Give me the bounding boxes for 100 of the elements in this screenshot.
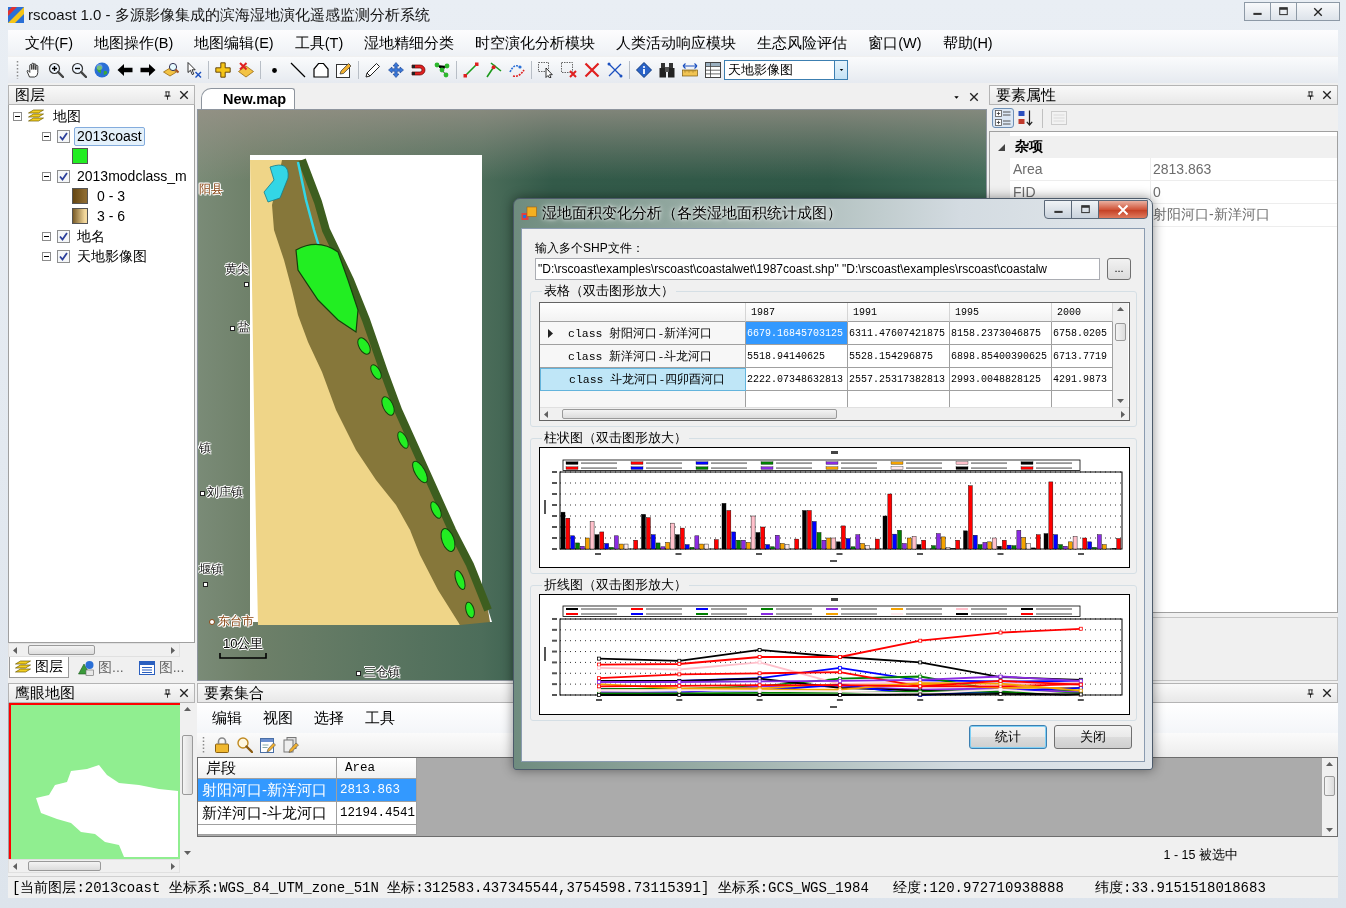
table-cell[interactable]: 2222.07348632813 [746,368,848,391]
table-cell[interactable]: 6898.85400390625 [950,345,1052,368]
point-icon[interactable] [272,67,277,73]
docs-edit-icon[interactable] [283,737,299,753]
delete-icon[interactable] [583,62,600,78]
tree-item[interactable]: 2013modclass_m [74,166,190,186]
scroll-right-icon[interactable] [171,862,175,870]
scroll-up-icon[interactable] [1326,762,1333,766]
menu-item[interactable]: 人类活动响应模块 [605,32,747,54]
binoculars-icon[interactable] [658,62,675,78]
scrollbar-thumb[interactable] [562,409,837,419]
magnifier-icon[interactable] [237,737,253,753]
tree-item[interactable]: 0 - 3 [94,186,128,206]
browse-button[interactable]: ... [1107,258,1131,280]
close-icon[interactable] [179,90,189,100]
coordinates-icon[interactable] [185,62,202,78]
table-cell[interactable]: 2993.0048828125 [950,368,1052,391]
table-cell[interactable]: 8158.2373046875 [950,322,1052,345]
vertex-edit-icon[interactable] [508,62,525,78]
scroll-right-icon[interactable] [1121,410,1125,418]
table-cell[interactable]: 6311.47607421875 [848,322,950,345]
tree-item[interactable]: 天地影像图 [74,246,150,266]
table-row[interactable]: 新洋河口-斗龙河口 12194.4541 [198,802,417,825]
menu-item[interactable]: 帮助(H) [932,32,1004,54]
maximize-button[interactable] [1270,2,1297,21]
line-icon[interactable] [289,62,306,78]
menu-item[interactable]: 生态风险评估 [746,32,858,54]
horizontal-scrollbar[interactable] [540,407,1129,420]
info-icon[interactable] [635,62,652,78]
nodes-icon[interactable] [433,62,450,78]
tree-item[interactable]: 2013coast [74,126,145,146]
scroll-up-icon[interactable] [1117,307,1124,311]
column-header[interactable]: 1991 [853,306,877,318]
maximize-icon[interactable] [1278,6,1289,17]
cross-icon[interactable] [606,62,623,78]
zoom-in-icon[interactable] [47,62,64,78]
close-icon[interactable] [1322,688,1332,698]
minimize-button[interactable] [1244,2,1271,21]
ruler-icon[interactable] [681,62,698,78]
caret-icon[interactable] [952,94,961,100]
horizontal-scrollbar[interactable] [8,643,180,657]
scrollbar-thumb[interactable] [1115,323,1126,341]
form-edit-icon[interactable] [260,737,276,753]
grip-icon[interactable] [202,737,205,753]
vertical-scrollbar[interactable] [1113,303,1128,407]
overview-map[interactable] [9,703,180,859]
tree-item[interactable]: 地名 [74,226,108,246]
zoom-out-icon[interactable] [70,62,87,78]
select-icon[interactable] [537,62,554,78]
row-header[interactable]: class 斗龙河口-四卯酉河口 [540,368,746,391]
input-field[interactable]: "D:\rscoast\examples\rscoast\coastalwet\1987coast.shp" "D:\rscoast\examples\rscoast\coastalw [535,258,1100,280]
scroll-left-icon[interactable] [544,410,548,418]
menu-item[interactable]: 时空演化分析模块 [464,32,606,54]
scroll-left-icon[interactable] [13,862,17,870]
vertical-scrollbar[interactable] [1322,758,1337,836]
add-layer-icon[interactable] [214,62,231,78]
collapse-icon[interactable] [42,171,51,181]
document-tab[interactable]: New.map [201,88,296,109]
tree-item[interactable]: 3 - 6 [94,206,128,226]
panel-tab[interactable]: 图... [72,657,130,678]
row-header[interactable]: class 新洋河口-斗龙河口 [540,345,746,368]
layer-checkbox[interactable] [57,169,70,183]
pin-icon[interactable] [163,687,172,699]
scroll-down-icon[interactable] [1326,828,1333,832]
pin-icon[interactable] [1306,687,1315,699]
dialog-button[interactable]: 统计 [969,725,1047,749]
scroll-down-icon[interactable] [1117,399,1124,403]
scrollbar-thumb[interactable] [1324,776,1335,796]
remove-layer-icon[interactable] [237,62,254,78]
close-icon[interactable] [1322,90,1332,100]
close-icon[interactable] [1313,6,1323,17]
split-icon[interactable] [485,62,502,78]
menu-item[interactable]: 地图操作(B) [83,32,184,54]
dialog-button[interactable]: 关闭 [1054,725,1132,749]
scrollbar-thumb[interactable] [28,861,101,871]
table-cell[interactable]: 2557.25317382813 [848,368,950,391]
clear-selection-icon[interactable] [560,62,577,78]
basemap-dropdown[interactable]: 天地影像图 [724,60,848,80]
menu-item[interactable]: 选择 [303,708,354,728]
scrollbar-thumb[interactable] [28,645,95,655]
close-button[interactable] [1098,200,1148,219]
table-cell[interactable]: 5518.94140625 [746,345,848,368]
layer-checkbox[interactable] [57,229,70,243]
back-arrow-icon[interactable] [116,62,133,78]
collapse-icon[interactable] [42,131,51,141]
menu-item[interactable]: 文件(F) [14,32,84,54]
collapse-icon[interactable] [13,111,22,121]
panel-tab[interactable]: 图... [132,657,191,678]
globe-icon[interactable] [93,62,110,78]
menu-item[interactable]: 编辑 [201,708,252,728]
table-icon[interactable] [704,62,721,78]
row-header[interactable]: class 射阳河口-新洋河口 [540,322,746,345]
menu-item[interactable]: 窗口(W) [857,32,933,54]
lock-icon[interactable] [214,737,230,753]
collapse-icon[interactable] [42,251,51,261]
line-endpoints-icon[interactable] [462,62,479,78]
panel-tab[interactable]: 图层 [9,657,69,678]
menu-item[interactable]: 地图编辑(E) [183,32,285,54]
pan-hand-icon[interactable] [24,62,41,78]
scroll-left-icon[interactable] [13,646,17,654]
